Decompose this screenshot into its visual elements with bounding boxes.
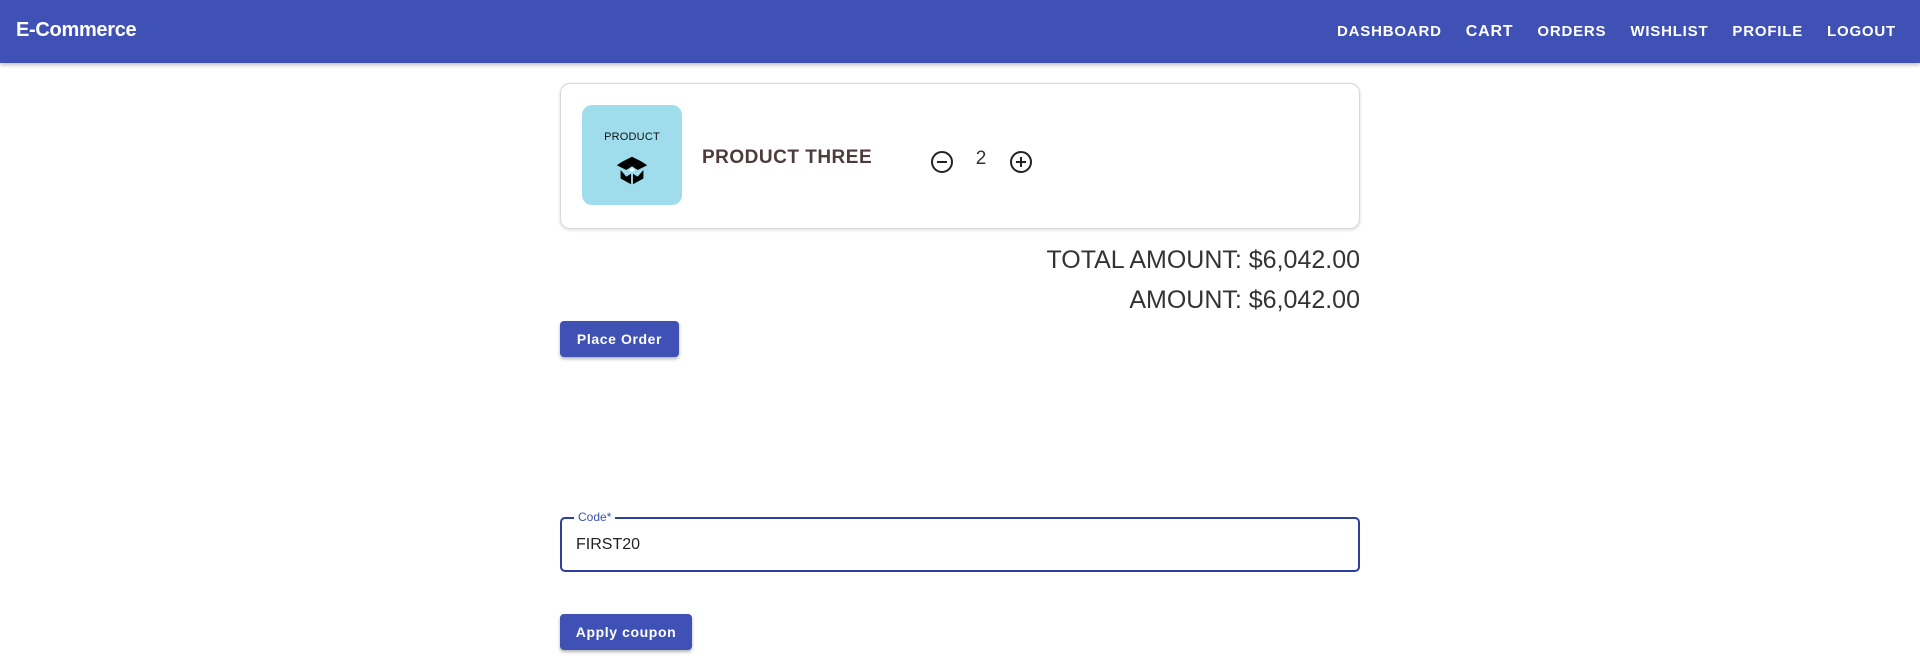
- nav-wishlist[interactable]: WISHLIST: [1630, 23, 1708, 40]
- nav-profile[interactable]: PROFILE: [1732, 23, 1803, 40]
- thumbnail-label: PRODUCT: [604, 131, 660, 143]
- coupon-code-field: Code*: [560, 510, 1360, 572]
- apply-coupon-button[interactable]: Apply coupon: [560, 614, 692, 650]
- total-amount: TOTAL AMOUNT: $6,042.00: [1046, 246, 1360, 274]
- coupon-code-input[interactable]: [576, 533, 1336, 557]
- product-thumbnail[interactable]: PRODUCT: [582, 105, 682, 205]
- app-bar: E-Commerce DASHBOARD CART ORDERS WISHLIS…: [0, 0, 1920, 63]
- amount: AMOUNT: $6,042.00: [1129, 286, 1360, 314]
- brand-title[interactable]: E-Commerce: [16, 19, 137, 42]
- place-order-button[interactable]: Place Order: [560, 321, 679, 357]
- minus-circle-icon[interactable]: [929, 149, 955, 175]
- plus-circle-icon[interactable]: [1008, 149, 1034, 175]
- product-name: PRODUCT THREE: [702, 147, 873, 168]
- cart-item-card: PRODUCT PRODUCT THREE 2: [560, 83, 1360, 229]
- quantity-value: 2: [975, 148, 987, 169]
- box-open-icon: [616, 156, 648, 185]
- nav-cart[interactable]: CART: [1466, 23, 1514, 41]
- coupon-code-label: Code*: [574, 510, 616, 524]
- top-nav: DASHBOARD CART ORDERS WISHLIST PROFILE L…: [1313, 0, 1896, 63]
- nav-dashboard[interactable]: DASHBOARD: [1337, 23, 1442, 40]
- nav-logout[interactable]: LOGOUT: [1827, 23, 1896, 40]
- nav-orders[interactable]: ORDERS: [1537, 23, 1606, 40]
